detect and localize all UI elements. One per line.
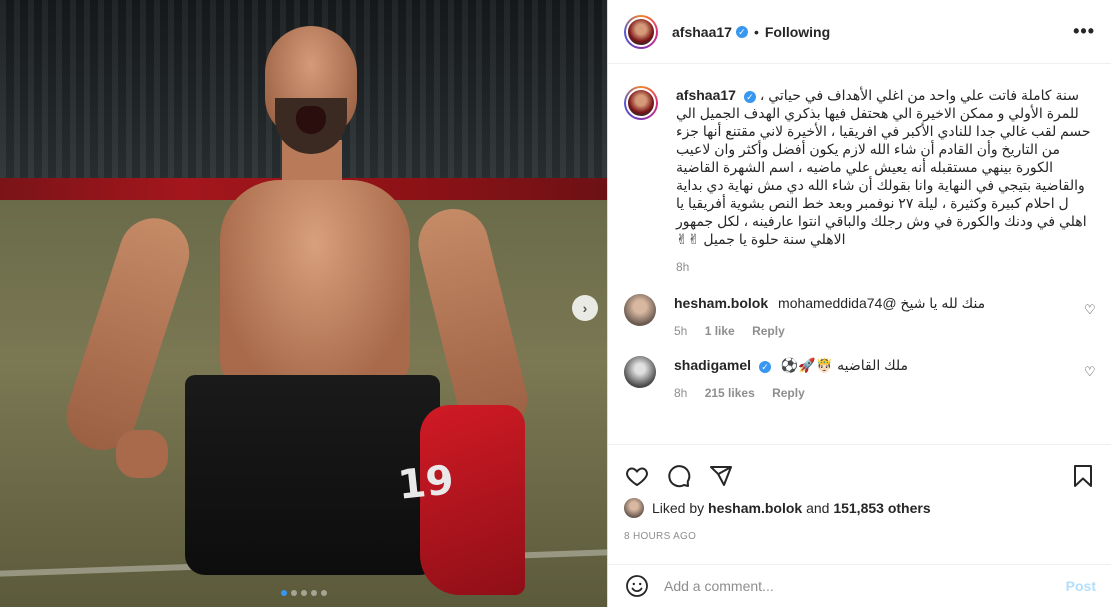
carousel-dot xyxy=(310,590,317,596)
heart-icon[interactable]: ♡ xyxy=(1084,364,1098,379)
liked-by-prefix: Liked by xyxy=(652,500,705,516)
more-horizontal-icon[interactable]: ••• xyxy=(1073,21,1095,42)
liked-by-and: and xyxy=(806,500,830,516)
comment-content: shadigamel ✓ ملك القاضيه 🤴🏻🚀⚽ xyxy=(674,356,1084,374)
avatar[interactable] xyxy=(624,498,644,518)
heart-icon-svg xyxy=(626,466,648,486)
caption-text: سنة كاملة فاتت علي واحد من اغلي الأهداف … xyxy=(676,87,1091,247)
comment-text: منك لله يا شيخ @mohameddida74 xyxy=(778,295,986,311)
shorts-number: 19 xyxy=(395,457,456,509)
comment-item: shadigamel ✓ ملك القاضيه 🤴🏻🚀⚽ 8h 215 like… xyxy=(608,356,1111,400)
emoji-icon[interactable] xyxy=(624,573,650,599)
player-fist xyxy=(116,430,168,478)
liked-by-user[interactable]: hesham.bolok xyxy=(708,500,802,516)
separator-dot: • xyxy=(753,23,759,40)
carousel-dots xyxy=(0,590,607,596)
chevron-right-icon[interactable]: › xyxy=(572,295,598,321)
comment-username[interactable]: hesham.bolok xyxy=(674,295,768,311)
comment-content: hesham.bolok منك لله يا شيخ @mohameddida… xyxy=(674,294,1084,312)
avatar[interactable] xyxy=(624,86,658,120)
avatar-image xyxy=(626,16,656,47)
carousel-dot xyxy=(290,590,297,596)
avatar[interactable] xyxy=(624,294,656,326)
avatar-image xyxy=(624,294,656,326)
caption-username[interactable]: afshaa17 xyxy=(676,87,736,103)
comment-meta: 5h 1 like Reply xyxy=(674,324,1084,338)
comment-body: shadigamel ✓ ملك القاضيه 🤴🏻🚀⚽ 8h 215 like… xyxy=(674,356,1084,400)
carousel-dot xyxy=(300,590,307,596)
comment-username[interactable]: shadigamel xyxy=(674,357,751,373)
comments-section[interactable]: afshaa17 ✓ سنة كاملة فاتت علي واحد من اغل… xyxy=(608,64,1111,444)
post-username[interactable]: afshaa17 xyxy=(672,24,732,40)
action-bar xyxy=(608,444,1111,494)
caption-meta: 8h xyxy=(676,260,1096,274)
comment-body: hesham.bolok منك لله يا شيخ @mohameddida… xyxy=(674,294,1084,338)
caption-content: afshaa17 ✓ سنة كاملة فاتت علي واحد من اغل… xyxy=(676,86,1096,248)
likes-summary: Liked by hesham.bolok and 151,853 others xyxy=(624,498,931,518)
comment-icon-svg xyxy=(668,464,691,487)
player-torso xyxy=(220,180,410,390)
post-side-panel: afshaa17 ✓ • Following ••• afshaa17 ✓ سنة… xyxy=(607,0,1111,607)
share-icon[interactable] xyxy=(708,463,734,489)
reply-button[interactable]: Reply xyxy=(772,386,805,400)
reply-wrapper: Reply xyxy=(752,324,785,338)
emoji-icon-svg xyxy=(626,575,648,597)
reply-button[interactable]: Reply xyxy=(752,324,785,338)
caption-body: afshaa17 ✓ سنة كاملة فاتت علي واحد من اغل… xyxy=(676,86,1096,274)
carousel-dot xyxy=(320,590,327,596)
comment-time: 5h xyxy=(674,324,688,338)
avatar-image xyxy=(624,356,656,388)
verified-badge-icon: ✓ xyxy=(759,361,772,373)
avatar[interactable] xyxy=(624,356,656,388)
comment-time: 8h xyxy=(674,386,688,400)
comment-likes[interactable]: 215 likes xyxy=(705,386,755,400)
reply-wrapper: Reply xyxy=(772,386,805,400)
instagram-post-modal: 19 › afshaa17 ✓ • Following ••• afshaa17… xyxy=(0,0,1111,607)
comment-meta: 8h 215 likes Reply xyxy=(674,386,1084,400)
liked-by-others[interactable]: 151,853 others xyxy=(833,500,930,516)
player-figure: 19 xyxy=(57,10,535,607)
post-button[interactable]: Post xyxy=(1066,578,1096,594)
carousel-dot xyxy=(280,590,287,596)
bookmark-icon[interactable] xyxy=(1070,463,1096,489)
caption-time: 8h xyxy=(676,260,690,274)
post-timestamp[interactable]: 8 HOURS AGO xyxy=(624,531,696,542)
caption: afshaa17 ✓ سنة كاملة فاتت علي واحد من اغل… xyxy=(608,64,1111,274)
comment-text: ملك القاضيه 🤴🏻🚀⚽ xyxy=(780,357,909,373)
avatar-image xyxy=(626,88,656,118)
share-icon-svg xyxy=(710,465,732,486)
add-comment-input[interactable] xyxy=(664,578,1066,594)
verified-badge-icon: ✓ xyxy=(735,25,748,38)
post-header: afshaa17 ✓ • Following ••• xyxy=(608,0,1111,64)
comment-item: hesham.bolok منك لله يا شيخ @mohameddida… xyxy=(608,294,1111,338)
verified-badge-icon: ✓ xyxy=(743,91,756,103)
post-photo: 19 › xyxy=(0,0,607,607)
following-button[interactable]: Following xyxy=(765,24,830,40)
add-comment-bar: Post xyxy=(608,564,1111,607)
avatar-image xyxy=(624,498,644,518)
avatar[interactable] xyxy=(624,14,658,49)
comment-likes[interactable]: 1 like xyxy=(705,324,735,338)
heart-icon[interactable] xyxy=(624,463,650,489)
heart-icon[interactable]: ♡ xyxy=(1084,302,1098,317)
bookmark-icon-svg xyxy=(1074,464,1092,487)
comment-icon[interactable] xyxy=(666,463,692,489)
